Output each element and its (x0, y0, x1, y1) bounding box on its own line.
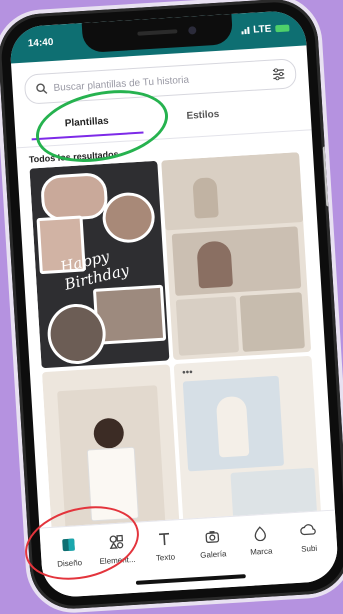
collage-photo (101, 191, 157, 245)
template-grid: Happy Birthday ••• (29, 152, 327, 538)
battery-icon (275, 24, 290, 33)
network-label: LTE (252, 23, 272, 36)
nav-label: Subi (300, 543, 318, 554)
template-card-beige-grid[interactable]: ••• (173, 355, 322, 534)
person-shape (215, 395, 250, 458)
template-card-neutral[interactable] (161, 152, 312, 361)
collage-photo (171, 226, 302, 296)
upload-icon (300, 524, 316, 536)
collage-photo (161, 152, 304, 231)
nav-text[interactable]: Texto (140, 530, 190, 564)
collage-photo (175, 296, 240, 356)
status-indicators: LTE (241, 22, 290, 36)
vase-shape (192, 177, 219, 219)
nav-label: Marca (249, 546, 273, 557)
nav-label: Texto (155, 552, 176, 563)
nav-gallery[interactable]: Galería (188, 527, 238, 561)
more-icon[interactable]: ••• (182, 367, 193, 379)
collage-photo (239, 292, 305, 352)
search-icon (36, 83, 48, 94)
home-indicator (135, 574, 246, 585)
template-card-birthday[interactable]: Happy Birthday (29, 160, 170, 369)
brand-icon (254, 526, 266, 542)
nav-upload[interactable]: Subi (284, 521, 334, 555)
filter-icon[interactable] (272, 68, 286, 81)
speaker (137, 29, 178, 36)
person-shape (196, 240, 234, 289)
text-icon (158, 532, 170, 546)
nav-label: Galería (199, 549, 227, 560)
app-screen: 14:40 LTE Buscar plantillas de Tu histor… (8, 9, 340, 599)
side-button (322, 146, 331, 207)
camera-icon (205, 530, 220, 543)
signal-icon (241, 26, 250, 35)
collage-photo (39, 171, 109, 222)
camera-dot (188, 26, 197, 35)
nav-brand[interactable]: Marca (236, 524, 286, 558)
tab-estilos[interactable]: Estilos (186, 109, 219, 122)
status-time: 14:40 (27, 36, 54, 50)
